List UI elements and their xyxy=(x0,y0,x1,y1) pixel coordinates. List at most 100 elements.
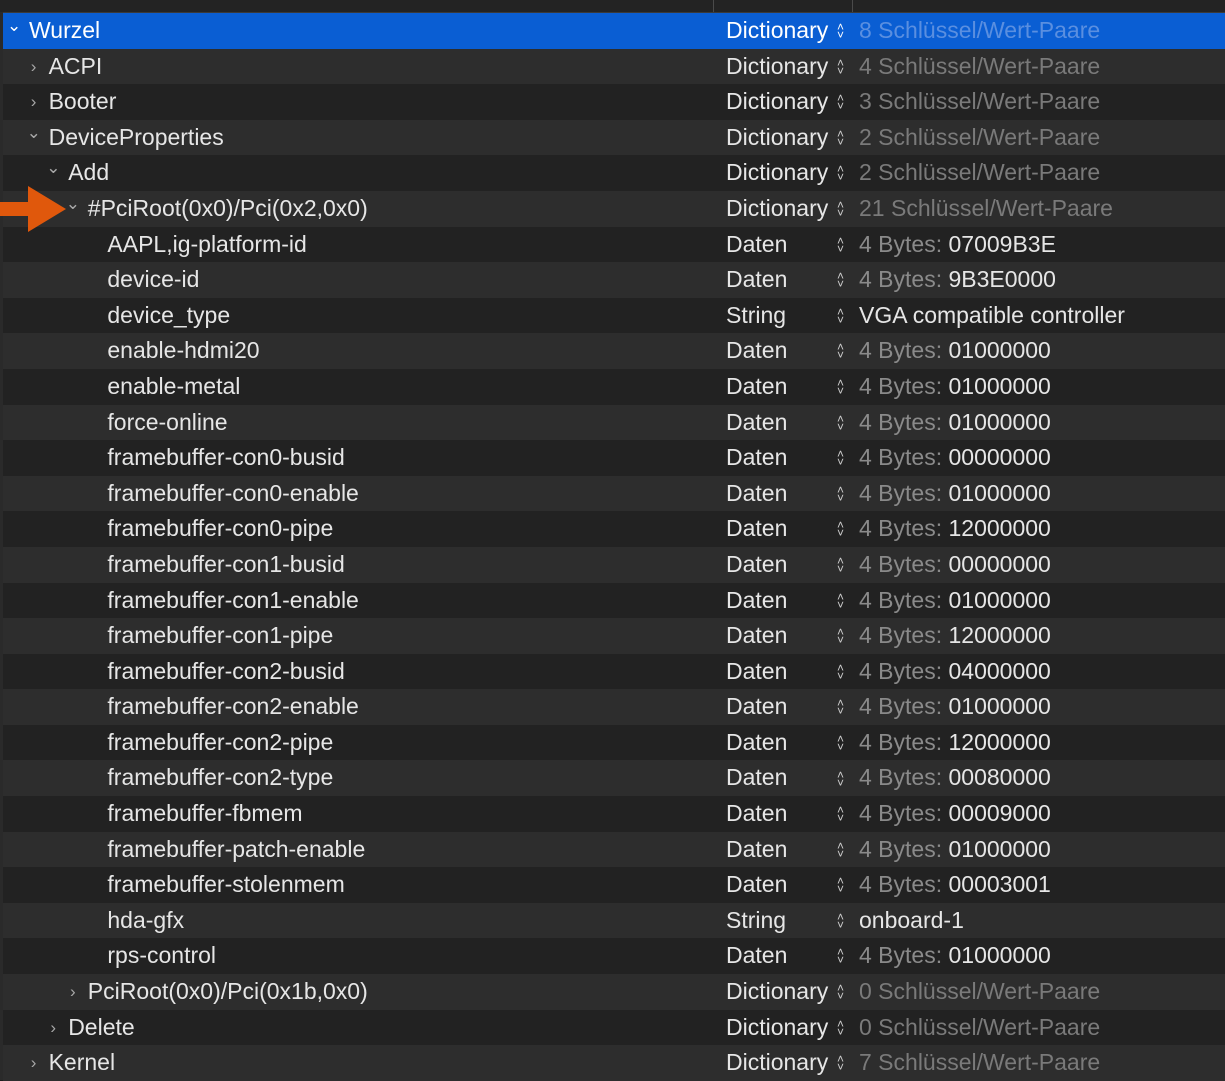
row-value[interactable]: 7 Schlüssel/Wert-Paare xyxy=(859,1045,1100,1081)
row-type[interactable]: String xyxy=(726,298,786,334)
row-type[interactable]: Daten xyxy=(726,725,787,761)
row-type[interactable]: Daten xyxy=(726,760,787,796)
row-key[interactable]: framebuffer-con1-enable xyxy=(107,583,358,619)
row-key[interactable]: force-online xyxy=(107,405,227,441)
row-key[interactable]: framebuffer-con2-type xyxy=(107,760,333,796)
row-value[interactable]: 0 Schlüssel/Wert-Paare xyxy=(859,1010,1100,1046)
row-key[interactable]: enable-hdmi20 xyxy=(107,333,259,369)
chevron-down-icon[interactable]: ⌄ xyxy=(7,13,21,39)
row-key[interactable]: AAPL,ig-platform-id xyxy=(107,227,306,263)
row-type[interactable]: Daten xyxy=(726,832,787,868)
outline-row[interactable]: ⌄ #PciRoot(0x0)/Pci(0x2,0x0) Dictionary ˄ ˅ 2… xyxy=(3,190,1225,227)
row-type[interactable]: Daten xyxy=(726,547,787,583)
row-value[interactable]: 4 Bytes: 9B3E0000 xyxy=(859,262,1056,298)
outline-row[interactable]: framebuffer-con2-enable Daten ˄ ˅ 4 Bytes: 0… xyxy=(3,689,1225,725)
type-stepper-icon[interactable]: ˄ ˅ xyxy=(837,547,844,583)
row-key[interactable]: ACPI xyxy=(49,49,103,85)
outline-row[interactable]: framebuffer-con1-enable Daten ˄ ˅ 4 Bytes: 0… xyxy=(3,582,1225,619)
outline-row[interactable]: enable-hdmi20 Daten ˄ ˅ 4 Bytes: 01000000 xyxy=(3,333,1225,369)
type-stepper-icon[interactable]: ˄ ˅ xyxy=(837,689,844,725)
row-value[interactable]: 4 Schlüssel/Wert-Paare xyxy=(859,49,1100,85)
type-stepper-icon[interactable]: ˄ ˅ xyxy=(837,120,844,156)
row-type[interactable]: Daten xyxy=(726,262,787,298)
row-key[interactable]: Booter xyxy=(49,84,117,120)
row-key[interactable]: Wurzel xyxy=(29,13,100,49)
outline-row[interactable]: ⌄ Wurzel Dictionary ˄ ˅ 8 Schlüssel/Wert-Paar… xyxy=(3,13,1225,49)
type-stepper-icon[interactable]: ˄ ˅ xyxy=(837,760,844,796)
row-type[interactable]: Daten xyxy=(726,476,787,512)
row-value[interactable]: 4 Bytes: 00009000 xyxy=(859,796,1051,832)
type-stepper-icon[interactable]: ˄ ˅ xyxy=(837,191,844,227)
outline-row[interactable]: enable-metal Daten ˄ ˅ 4 Bytes: 01000000 xyxy=(3,368,1225,405)
type-stepper-icon[interactable]: ˄ ˅ xyxy=(837,333,844,369)
type-stepper-icon[interactable]: ˄ ˅ xyxy=(837,227,844,263)
row-key[interactable]: hda-gfx xyxy=(107,903,184,939)
type-stepper-icon[interactable]: ˄ ˅ xyxy=(837,369,844,405)
row-value[interactable]: 8 Schlüssel/Wert-Paare xyxy=(859,13,1100,49)
row-key[interactable]: Delete xyxy=(68,1010,134,1046)
row-type[interactable]: Daten xyxy=(726,227,787,263)
row-key[interactable]: framebuffer-fbmem xyxy=(107,796,302,832)
row-type[interactable]: Daten xyxy=(726,618,787,654)
row-value[interactable]: 2 Schlüssel/Wert-Paare xyxy=(859,120,1100,156)
column-divider[interactable] xyxy=(852,0,853,12)
row-value[interactable]: 2 Schlüssel/Wert-Paare xyxy=(859,155,1100,191)
row-key[interactable]: framebuffer-con0-pipe xyxy=(107,511,333,547)
chevron-right-icon[interactable]: › xyxy=(27,84,41,120)
outline-row[interactable]: framebuffer-con1-busid Daten ˄ ˅ 4 Bytes: 00… xyxy=(3,546,1225,583)
row-value[interactable]: 4 Bytes: 12000000 xyxy=(859,725,1051,761)
row-type[interactable]: Daten xyxy=(726,583,787,619)
outline-row[interactable]: framebuffer-con0-enable Daten ˄ ˅ 4 Bytes: 0… xyxy=(3,475,1225,512)
outline-row[interactable]: framebuffer-con1-pipe Daten ˄ ˅ 4 Bytes: 120… xyxy=(3,618,1225,654)
row-value[interactable]: 4 Bytes: 01000000 xyxy=(859,476,1051,512)
row-value[interactable]: 3 Schlüssel/Wert-Paare xyxy=(859,84,1100,120)
outline-row[interactable]: device-id Daten ˄ ˅ 4 Bytes: 9B3E0000 xyxy=(3,262,1225,298)
row-type[interactable]: Dictionary xyxy=(726,155,828,191)
outline-row[interactable]: AAPL,ig-platform-id Daten ˄ ˅ 4 Bytes: 07009… xyxy=(3,226,1225,263)
type-stepper-icon[interactable]: ˄ ˅ xyxy=(837,1045,844,1081)
chevron-right-icon[interactable]: › xyxy=(66,974,80,1010)
row-value[interactable]: 4 Bytes: 01000000 xyxy=(859,369,1051,405)
chevron-down-icon[interactable]: ⌄ xyxy=(46,155,60,181)
row-type[interactable]: Daten xyxy=(726,689,787,725)
row-type[interactable]: Dictionary xyxy=(726,13,828,49)
type-stepper-icon[interactable]: ˄ ˅ xyxy=(837,654,844,690)
chevron-right-icon[interactable]: › xyxy=(27,1045,41,1081)
type-stepper-icon[interactable]: ˄ ˅ xyxy=(837,725,844,761)
row-value[interactable]: 4 Bytes: 00000000 xyxy=(859,547,1051,583)
row-key[interactable]: framebuffer-con2-enable xyxy=(107,689,358,725)
row-key[interactable]: framebuffer-stolenmem xyxy=(107,867,344,903)
row-value[interactable]: 4 Bytes: 01000000 xyxy=(859,689,1051,725)
outline-row[interactable]: › PciRoot(0x0)/Pci(0x1b,0x0) Dictionary ˄ ˅ 0… xyxy=(3,974,1225,1010)
row-type[interactable]: Daten xyxy=(726,405,787,441)
outline-row[interactable]: framebuffer-patch-enable Daten ˄ ˅ 4 Bytes: … xyxy=(3,831,1225,868)
outline-row[interactable]: framebuffer-con2-busid Daten ˄ ˅ 4 Bytes: 04… xyxy=(3,653,1225,690)
outline-row[interactable]: framebuffer-fbmem Daten ˄ ˅ 4 Bytes: 0000900… xyxy=(3,796,1225,832)
row-type[interactable]: Dictionary xyxy=(726,49,828,85)
row-type[interactable]: String xyxy=(726,903,786,939)
outline-row[interactable]: framebuffer-stolenmem Daten ˄ ˅ 4 Bytes: 000… xyxy=(3,867,1225,903)
row-type[interactable]: Dictionary xyxy=(726,974,828,1010)
row-key[interactable]: framebuffer-con1-busid xyxy=(107,547,344,583)
chevron-down-icon[interactable]: ⌄ xyxy=(27,120,41,146)
row-key[interactable]: enable-metal xyxy=(107,369,240,405)
type-stepper-icon[interactable]: ˄ ˅ xyxy=(837,298,844,334)
outline-row[interactable]: device_type String ˄ ˅ VGA compatible contro… xyxy=(3,297,1225,334)
row-value[interactable]: 4 Bytes: 00080000 xyxy=(859,760,1051,796)
type-stepper-icon[interactable]: ˄ ˅ xyxy=(837,476,844,512)
outline-row[interactable]: framebuffer-con0-busid Daten ˄ ˅ 4 Bytes: 00… xyxy=(3,440,1225,476)
type-stepper-icon[interactable]: ˄ ˅ xyxy=(837,155,844,191)
type-stepper-icon[interactable]: ˄ ˅ xyxy=(837,903,844,939)
outline-row[interactable]: force-online Daten ˄ ˅ 4 Bytes: 01000000 xyxy=(3,404,1225,441)
row-type[interactable]: Daten xyxy=(726,654,787,690)
row-type[interactable]: Dictionary xyxy=(726,1010,828,1046)
type-stepper-icon[interactable]: ˄ ˅ xyxy=(837,405,844,441)
row-key[interactable]: framebuffer-con2-pipe xyxy=(107,725,333,761)
type-stepper-icon[interactable]: ˄ ˅ xyxy=(837,84,844,120)
row-value[interactable]: onboard-1 xyxy=(859,903,964,939)
row-value[interactable]: 0 Schlüssel/Wert-Paare xyxy=(859,974,1100,1010)
row-value[interactable]: 4 Bytes: 04000000 xyxy=(859,654,1051,690)
row-value[interactable]: 4 Bytes: 07009B3E xyxy=(859,227,1056,263)
row-value[interactable]: 4 Bytes: 01000000 xyxy=(859,333,1051,369)
row-key[interactable]: Add xyxy=(68,155,109,191)
